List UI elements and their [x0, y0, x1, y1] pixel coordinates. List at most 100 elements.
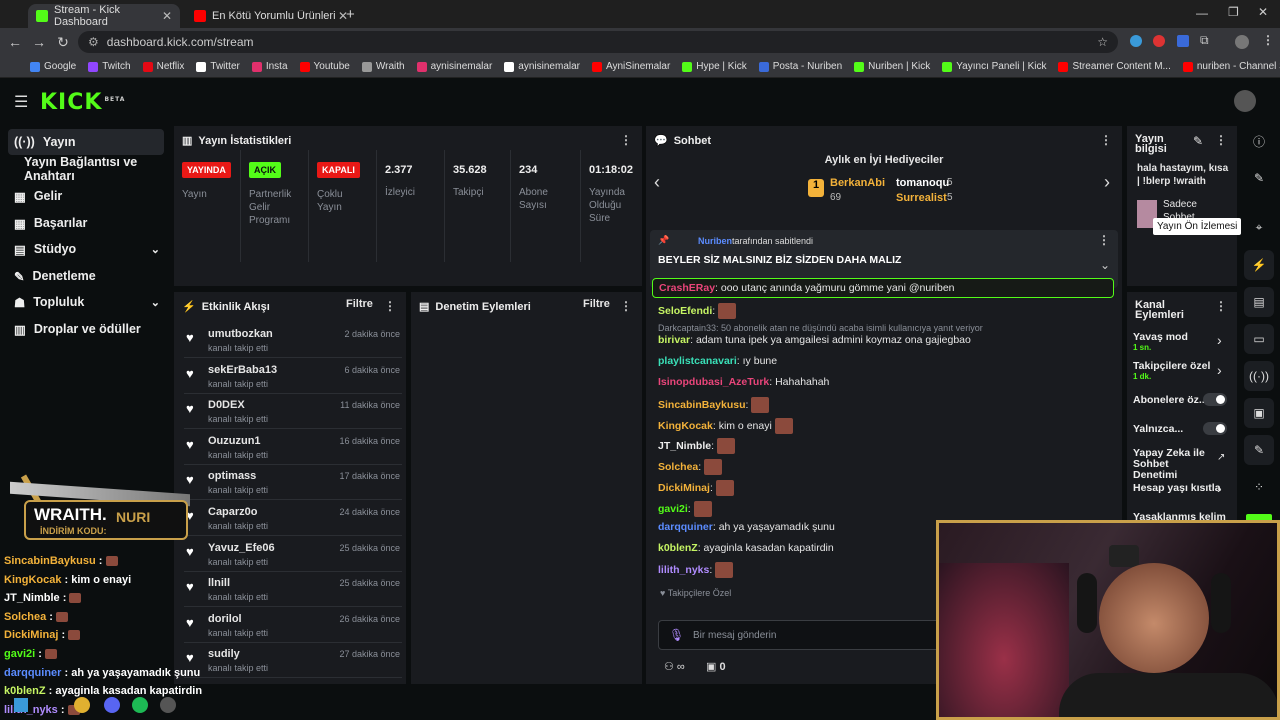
sidebar-item-gelir[interactable]: ▦ Gelir	[8, 183, 164, 209]
preview-icon[interactable]: ⌖	[1244, 212, 1274, 242]
chat-username[interactable]: DickiMinaj	[658, 482, 710, 494]
more-menu-icon[interactable]: ⋮	[1215, 133, 1227, 147]
external-link-icon[interactable]: ↗	[1217, 452, 1225, 463]
reload-icon[interactable]: ↻	[51, 34, 75, 51]
chevron-down-icon[interactable]: ⌄	[1100, 258, 1110, 272]
more-menu-icon[interactable]: ⋮	[1215, 299, 1227, 313]
highlighted-message[interactable]: CrashERay: ooo utanç anında yağmuru gömm…	[652, 278, 1114, 298]
followers-only-item[interactable]: Takipçilere özel s1 dk.	[1133, 360, 1213, 381]
activity-item[interactable]: ♥ D0DEX kanalı takip etti 11 dakika önce	[184, 395, 402, 430]
chat-username[interactable]: lilith_nyks	[658, 564, 709, 576]
chat-username[interactable]: darqquiner	[658, 521, 713, 533]
chevron-left-icon[interactable]: ‹	[654, 172, 660, 193]
bookmark-item[interactable]: aynisinemalar	[504, 61, 580, 72]
chat-username[interactable]: KingKocak	[658, 420, 713, 432]
spotify-icon[interactable]	[132, 697, 148, 713]
chevron-right-icon[interactable]: ›	[1217, 332, 1222, 348]
activity-item[interactable]: ♥ optimass kanalı takip etti 17 dakika önce	[184, 466, 402, 501]
chat-username[interactable]: SeloEfendi	[658, 305, 712, 317]
sidebar-item-denetleme[interactable]: ✎ Denetleme	[8, 263, 164, 289]
activity-item[interactable]: ♥ umutbozkan kanalı takip etti 2 dakika önc…	[184, 324, 402, 358]
chat-message[interactable]: birivar: adam tuna ipek ya amgailesi adm…	[658, 334, 971, 346]
bookmark-item[interactable]: Twitch	[88, 61, 131, 72]
activity-item[interactable]: ♥ Ouzuzun1 kanalı takip etti 16 dakika önce	[184, 431, 402, 465]
back-icon[interactable]: ←	[3, 34, 27, 50]
chat-message[interactable]: playlistcanavari: ıy bune	[658, 355, 777, 367]
activity-item[interactable]: ♥ Yavuz_Efe06 kanalı takip etti 25 dakika ö…	[184, 538, 402, 572]
chat-message[interactable]: darqquiner: ah ya yaşayamadık şunu	[658, 521, 835, 533]
ai-moderation-item[interactable]: Yapay Zeka ile Sohbet Denetimi	[1133, 448, 1215, 481]
extension-icon[interactable]	[1153, 35, 1165, 47]
bookmark-item[interactable]: Google	[30, 61, 76, 72]
extension-icon[interactable]	[1130, 35, 1142, 47]
bookmark-item[interactable]: Netflix	[142, 61, 184, 72]
infinity-icon[interactable]: ⚇ ∞	[664, 660, 685, 673]
bookmark-item[interactable]: aynisinemalar	[416, 61, 492, 72]
chat-bubble-icon[interactable]: ▭	[1244, 324, 1274, 354]
chat-message[interactable]: DickiMinaj:	[658, 480, 734, 496]
bookmark-item[interactable]: nuriben - Channel S...	[1182, 61, 1280, 72]
sidebar-item-yayin[interactable]: ((·)) Yayın	[8, 129, 164, 155]
card-icon[interactable]: ▣	[1244, 398, 1274, 428]
chevron-right-icon[interactable]: ›	[1217, 362, 1222, 378]
info-icon[interactable]: ⓘ	[1244, 126, 1274, 156]
activity-item[interactable]: ♥ sekErBaba13 kanalı takip etti 6 dakika ön…	[184, 360, 402, 394]
chevron-right-icon[interactable]: ›	[1217, 480, 1222, 496]
hamburger-menu-icon[interactable]: ☰	[14, 92, 28, 112]
edit-pencil-icon[interactable]: ✎	[1193, 134, 1203, 148]
maximize-icon[interactable]: ❐	[1228, 5, 1239, 19]
chat-message[interactable]: SincabinBaykusu:	[658, 397, 770, 413]
chat-message[interactable]: gavi2i:	[658, 501, 712, 517]
chrome-icon[interactable]	[74, 697, 90, 713]
bookmark-item[interactable]: Youtube	[299, 61, 350, 72]
chat-username[interactable]: SincabinBaykusu	[658, 399, 746, 411]
extensions-puzzle-icon[interactable]: ⧉	[1200, 33, 1209, 48]
chat-message[interactable]: Darkcaptain33: 50 abonelik atan ne düşün…	[658, 322, 983, 334]
chat-username[interactable]: JT_Nimble	[658, 440, 711, 452]
more-menu-icon[interactable]: ⋮	[620, 133, 632, 147]
activity-item[interactable]: ♥ llnill kanalı takip etti 25 dakika önce	[184, 573, 402, 608]
bookmark-item[interactable]: Hype | Kick	[682, 61, 747, 72]
chat-message[interactable]: lilith_nyks:	[658, 562, 734, 578]
address-bar[interactable]: ⚙ dashboard.kick.com/stream ☆	[78, 31, 1118, 53]
windows-icon[interactable]	[14, 698, 28, 712]
activity-item[interactable]: ♥ Caparz0o kanalı takip etti 24 dakika önce	[184, 502, 402, 536]
sidebar-item-stream-key[interactable]: Yayın Bağlantısı ve Anahtarı	[8, 155, 164, 183]
users-icon[interactable]: ⁘	[1244, 472, 1274, 502]
chat-username[interactable]: gavi2i	[658, 503, 688, 515]
bookmark-item[interactable]: Insta	[251, 61, 288, 72]
chat-username[interactable]: Isinopdubasi_AzeTurk	[658, 376, 769, 388]
chat-message[interactable]: SeloEfendi:	[658, 303, 737, 319]
close-tab-icon[interactable]: ✕	[162, 9, 172, 23]
lightning-icon[interactable]: ⚡	[1244, 250, 1274, 280]
edit-icon[interactable]: ✎	[1244, 163, 1274, 193]
tab-kick-dashboard[interactable]: Stream - Kick Dashboard ✕	[28, 4, 180, 28]
sidebar-item-studyo[interactable]: ▤ Stüdyo ⌄	[8, 236, 164, 262]
forward-icon[interactable]: →	[27, 34, 51, 50]
broadcast-icon[interactable]: ((·))	[1244, 361, 1274, 391]
chat-username[interactable]: k0blenZ	[658, 542, 698, 554]
document-icon[interactable]: ▤	[1244, 287, 1274, 317]
more-menu-icon[interactable]: ⋮	[620, 299, 632, 313]
chat-username[interactable]: playlistcanavari	[658, 355, 737, 367]
bookmark-item[interactable]: Yayıncı Paneli | Kick	[942, 61, 1046, 72]
discord-icon[interactable]	[104, 697, 120, 713]
chevron-right-icon[interactable]: ›	[1104, 172, 1110, 193]
chat-message[interactable]: Solchea:	[658, 459, 723, 475]
more-menu-icon[interactable]: ⋮	[1100, 133, 1112, 147]
sidebar-item-droplar[interactable]: ▥ Droplar ve ödüller	[8, 316, 164, 342]
sidebar-item-topluluk[interactable]: ☗ Topluluk ⌄	[8, 289, 164, 315]
bookmark-item[interactable]: Wraith	[361, 61, 405, 72]
site-info-icon[interactable]: ⚙	[88, 35, 99, 49]
chat-message[interactable]: Isinopdubasi_AzeTurk: Hahahahah	[658, 376, 829, 388]
bookmark-item[interactable]: Posta - Nuriben	[758, 61, 842, 72]
only-toggle[interactable]	[1203, 422, 1227, 435]
extension-icon[interactable]	[1177, 35, 1189, 47]
bookmark-item[interactable]: Twitter	[196, 61, 240, 72]
filter-button[interactable]: Filtre	[346, 298, 373, 310]
browser-menu-icon[interactable]: ⋮	[1262, 33, 1274, 47]
kick-logo[interactable]: KICK BETA	[40, 90, 125, 115]
more-menu-icon[interactable]: ⋮	[384, 299, 396, 313]
activity-item[interactable]: ♥ dorilol kanalı takip etti 26 dakika önce	[184, 609, 402, 643]
bookmark-item[interactable]: AyniSinemalar	[592, 61, 670, 72]
